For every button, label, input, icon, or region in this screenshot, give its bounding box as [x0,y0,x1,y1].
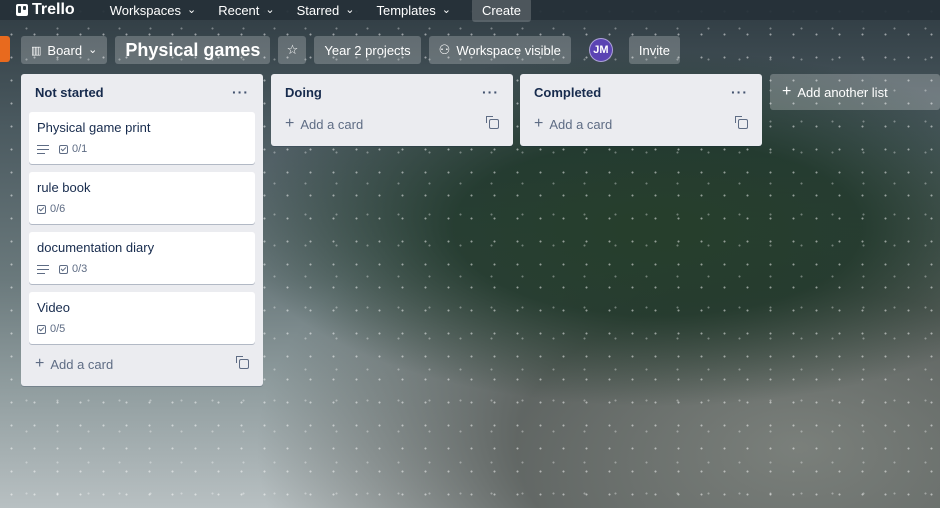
add-card-row: + Add a card [29,350,255,378]
add-card-label: Add a card [300,116,364,132]
description-icon [37,264,49,274]
description-icon [37,144,49,154]
checklist-count: 0/5 [50,323,66,335]
card-badges: 0/6 [37,203,247,215]
member-avatar[interactable]: JM [588,38,613,62]
brand-name: Trello [32,1,75,18]
card[interactable]: Video 0/5 [29,292,255,344]
checklist-icon [59,144,68,154]
card-badges: 0/1 [37,143,247,155]
board-header: ▥ Board ⌄ Physical games ☆ Year 2 projec… [21,36,680,64]
add-card-button[interactable]: + Add a card [35,356,113,372]
add-card-label: Add a card [50,356,114,372]
add-list-label: Add another list [797,84,888,100]
checklist-count: 0/1 [72,143,88,155]
add-card-row: + Add a card [528,110,754,138]
description-badge [37,264,49,274]
plus-icon: + [782,83,792,100]
checklist-count: 0/3 [72,263,88,275]
checklist-count: 0/6 [50,203,66,215]
card-template-icon[interactable] [735,116,748,129]
card-title: Physical game print [37,120,151,135]
add-another-list-button[interactable]: + Add another list [770,74,940,110]
trello-logo-icon [16,4,28,16]
checklist-badge: 0/5 [37,323,65,335]
board-view-label: Board [47,42,83,58]
card-badges: 0/5 [37,323,247,335]
list-header: Not started ··· [29,80,255,104]
add-card-button[interactable]: + Add a card [285,116,363,132]
list-header: Doing ··· [279,80,505,104]
card[interactable]: documentation diary 0/3 [29,232,255,284]
board-view-switcher[interactable]: ▥ Board ⌄ [21,36,108,64]
list-menu-icon[interactable]: ··· [731,85,748,99]
nav-workspaces[interactable]: Workspaces ⌄ [99,0,208,20]
sidebar-expand-tab[interactable] [0,36,10,62]
people-icon: ⚇ [438,42,451,57]
list-doing: Doing ··· + Add a card [271,74,513,146]
card-template-icon[interactable] [236,356,249,369]
list-title[interactable]: Doing [285,85,322,100]
visibility-button[interactable]: ⚇ Workspace visible [428,36,571,64]
checklist-icon [37,324,46,334]
checklist-badge: 0/3 [59,263,87,275]
list-menu-icon[interactable]: ··· [232,85,249,99]
trello-logo[interactable]: Trello [0,1,75,19]
board-title[interactable]: Physical games [115,36,271,64]
card-badges: 0/3 [37,263,247,275]
board-view-icon: ▥ [31,44,42,57]
chevron-down-icon: ⌄ [441,3,451,16]
card-title: rule book [37,180,91,195]
top-navigation: Trello Workspaces ⌄ Recent ⌄ Starred ⌄ T… [0,0,940,22]
card-title: documentation diary [37,240,155,255]
list-header: Completed ··· [528,80,754,104]
list-not-started: Not started ··· Physical game print 0/1 … [21,74,263,386]
description-badge [37,144,49,154]
add-card-button[interactable]: + Add a card [534,116,612,132]
nav-recent-label: Recent [218,2,260,18]
plus-icon: + [285,115,295,132]
chevron-down-icon: ⌄ [345,3,355,16]
workspace-button[interactable]: Year 2 projects [314,36,421,64]
add-card-label: Add a card [549,116,613,132]
star-icon: ☆ [286,42,299,57]
nav-templates[interactable]: Templates ⌄ [365,0,461,20]
create-button[interactable]: Create [471,0,531,22]
checklist-badge: 0/6 [37,203,65,215]
list-title[interactable]: Not started [35,85,104,100]
list-title[interactable]: Completed [534,85,601,100]
plus-icon: + [35,355,45,372]
card[interactable]: rule book 0/6 [29,172,255,224]
list-menu-icon[interactable]: ··· [482,85,499,99]
checklist-icon [37,204,46,214]
card-title: Video [37,300,71,315]
checklist-badge: 0/1 [59,143,87,155]
nav-starred[interactable]: Starred ⌄ [286,0,366,20]
invite-button[interactable]: Invite [628,36,680,64]
chevron-down-icon: ⌄ [186,3,197,16]
plus-icon: + [534,115,544,132]
checklist-icon [59,264,68,274]
star-board-button[interactable]: ☆ [278,36,307,64]
list-completed: Completed ··· + Add a card [520,74,762,146]
chevron-down-icon: ⌄ [88,43,98,56]
chevron-down-icon: ⌄ [265,3,275,16]
visibility-label: Workspace visible [456,42,561,58]
nav-workspaces-label: Workspaces [109,2,181,18]
card-template-icon[interactable] [486,116,499,129]
nav-recent[interactable]: Recent ⌄ [207,0,285,20]
add-card-row: + Add a card [279,110,505,138]
card[interactable]: Physical game print 0/1 [29,112,255,164]
nav-templates-label: Templates [376,2,436,18]
nav-starred-label: Starred [296,2,340,18]
